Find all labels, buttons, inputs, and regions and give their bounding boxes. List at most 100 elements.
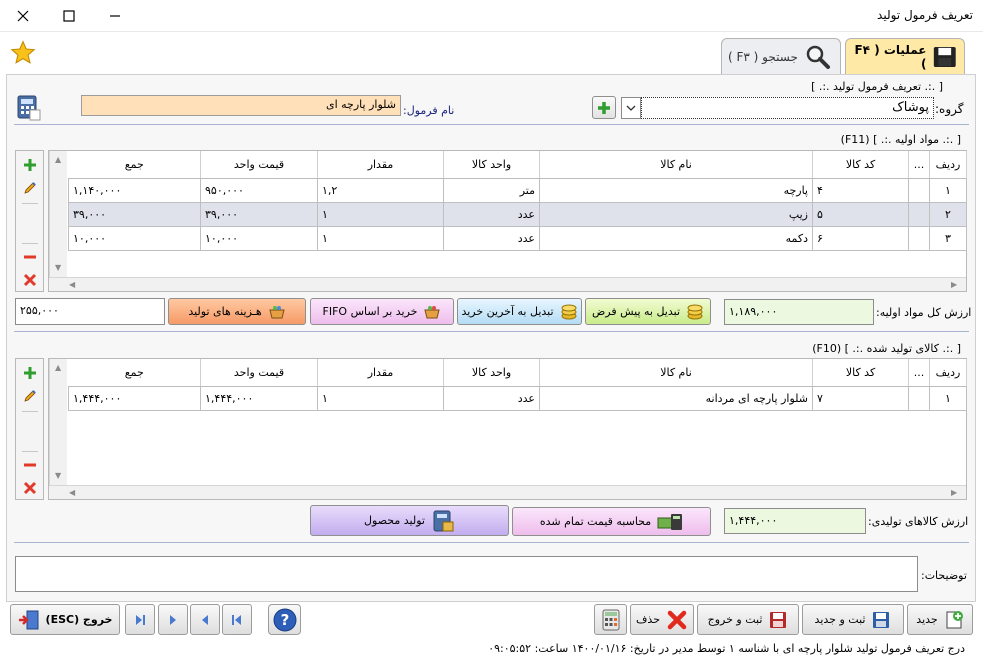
delete-row-button[interactable]: [19, 270, 41, 290]
minimize-button[interactable]: [92, 0, 138, 32]
scroll-down-arrow-icon[interactable]: ▼: [55, 263, 61, 272]
cell-price[interactable]: ۳۹,۰۰۰: [200, 201, 318, 227]
calculator-icon[interactable]: [16, 94, 42, 122]
cell-row[interactable]: ۱: [929, 177, 967, 203]
col-header[interactable]: مقدار: [317, 359, 444, 387]
cell-row[interactable]: ۳: [929, 225, 967, 251]
last-purchase-price-button[interactable]: تبدیل به آخرین خرید: [457, 298, 582, 325]
col-header[interactable]: جمع: [68, 359, 201, 387]
first-record-button[interactable]: [222, 604, 252, 635]
products-grid-horizontal-scrollbar[interactable]: ◀ ▶: [49, 485, 966, 499]
previous-record-button[interactable]: [190, 604, 220, 635]
scroll-up-arrow-icon[interactable]: ▲: [55, 155, 61, 164]
col-header[interactable]: واحد کالا: [443, 359, 540, 387]
add-row-button[interactable]: [19, 363, 41, 383]
col-header[interactable]: قیمت واحد: [200, 151, 318, 179]
next-record-button[interactable]: [158, 604, 188, 635]
fifo-purchase-button[interactable]: خرید بر اساس FIFO: [310, 298, 454, 325]
new-button[interactable]: جدید: [907, 604, 973, 635]
produce-product-button[interactable]: تولید محصول: [310, 505, 509, 536]
last-record-button[interactable]: [125, 604, 155, 635]
table-row[interactable]: ۱ ۷ شلوار پارچه ای مردانه عدد ۱ ۱,۴۴۴,۰۰…: [68, 385, 967, 411]
raw-grid-vertical-scrollbar[interactable]: ▲ ▼: [49, 151, 67, 277]
scroll-down-arrow-icon[interactable]: ▼: [55, 471, 61, 480]
cell-selector[interactable]: [908, 177, 930, 203]
cell-qty[interactable]: ۱: [317, 225, 444, 251]
group-field[interactable]: پوشاک: [641, 97, 934, 119]
cell-qty[interactable]: ۱,۲: [317, 177, 444, 203]
tab-operations[interactable]: عملیات ( F۴ ): [845, 38, 965, 74]
cell-total[interactable]: ۳۹,۰۰۰: [68, 201, 201, 227]
delete-button[interactable]: حذف: [630, 604, 694, 635]
cell-price[interactable]: ۹۵۰,۰۰۰: [200, 177, 318, 203]
cell-code[interactable]: ۵: [812, 201, 909, 227]
production-costs-button[interactable]: هـزینه های تولید: [168, 298, 306, 325]
table-row[interactable]: ۳ ۶ دکمه عدد ۱ ۱۰,۰۰۰ ۱۰,۰۰۰: [68, 225, 967, 251]
table-row[interactable]: ۱ ۴ پارچه متر ۱,۲ ۹۵۰,۰۰۰ ۱,۱۴۰,۰۰۰: [68, 177, 967, 203]
group-dropdown-button[interactable]: [621, 97, 641, 119]
cell-unit[interactable]: عدد: [443, 385, 540, 411]
edit-row-button[interactable]: [19, 178, 41, 198]
cell-qty[interactable]: ۱: [317, 201, 444, 227]
cell-total[interactable]: ۱۰,۰۰۰: [68, 225, 201, 251]
help-button[interactable]: ?: [268, 604, 301, 635]
col-header[interactable]: کد کالا: [812, 151, 909, 179]
col-header[interactable]: جمع: [68, 151, 201, 179]
cell-code[interactable]: ۷: [812, 385, 909, 411]
calculate-final-price-button[interactable]: محاسبه قیمت تمام شده: [512, 507, 711, 536]
col-header[interactable]: ردیف: [929, 359, 967, 387]
delete-row-button[interactable]: [19, 478, 41, 498]
formula-name-input[interactable]: شلوار پارچه ای: [81, 95, 401, 116]
col-header[interactable]: مقدار: [317, 151, 444, 179]
favorite-star-icon[interactable]: [10, 40, 36, 66]
cell-row[interactable]: ۱: [929, 385, 967, 411]
add-row-button[interactable]: [19, 155, 41, 175]
maximize-button[interactable]: [46, 0, 92, 32]
exit-button[interactable]: خروج (ESC): [10, 604, 120, 635]
cell-total[interactable]: ۱,۱۴۰,۰۰۰: [68, 177, 201, 203]
scroll-up-arrow-icon[interactable]: ▲: [55, 363, 61, 372]
cell-price[interactable]: ۱۰,۰۰۰: [200, 225, 318, 251]
cell-price[interactable]: ۱,۴۴۴,۰۰۰: [200, 385, 318, 411]
close-button[interactable]: [0, 0, 46, 32]
cell-selector[interactable]: [908, 201, 930, 227]
scroll-right-arrow-icon[interactable]: ▶: [951, 488, 957, 497]
col-header[interactable]: واحد کالا: [443, 151, 540, 179]
products-grid-vertical-scrollbar[interactable]: ▲ ▼: [49, 359, 67, 485]
cell-name[interactable]: زیپ: [539, 201, 813, 227]
table-row[interactable]: ۲ ۵ زیپ عدد ۱ ۳۹,۰۰۰ ۳۹,۰۰۰: [68, 201, 967, 227]
col-header[interactable]: ...: [908, 359, 930, 387]
scroll-right-arrow-icon[interactable]: ▶: [951, 280, 957, 289]
notes-input[interactable]: [15, 556, 918, 592]
add-group-button[interactable]: [592, 96, 616, 119]
col-header[interactable]: نام کالا: [539, 359, 813, 387]
remove-row-button[interactable]: [19, 247, 41, 267]
cell-selector[interactable]: [908, 385, 930, 411]
cell-name[interactable]: دکمه: [539, 225, 813, 251]
cell-name[interactable]: شلوار پارچه ای مردانه: [539, 385, 813, 411]
col-header[interactable]: ردیف: [929, 151, 967, 179]
col-header[interactable]: ...: [908, 151, 930, 179]
col-header[interactable]: قیمت واحد: [200, 359, 318, 387]
cell-row[interactable]: ۲: [929, 201, 967, 227]
cell-unit[interactable]: عدد: [443, 225, 540, 251]
scroll-left-arrow-icon[interactable]: ◀: [69, 488, 75, 497]
cell-unit[interactable]: متر: [443, 177, 540, 203]
cell-qty[interactable]: ۱: [317, 385, 444, 411]
edit-row-button[interactable]: [19, 386, 41, 406]
calculator-button[interactable]: [594, 604, 627, 635]
cell-total[interactable]: ۱,۴۴۴,۰۰۰: [68, 385, 201, 411]
cell-code[interactable]: ۴: [812, 177, 909, 203]
col-header[interactable]: نام کالا: [539, 151, 813, 179]
raw-grid-horizontal-scrollbar[interactable]: ◀ ▶: [49, 277, 966, 291]
cell-name[interactable]: پارچه: [539, 177, 813, 203]
cell-unit[interactable]: عدد: [443, 201, 540, 227]
save-and-new-button[interactable]: ثبت و جدید: [802, 604, 904, 635]
tab-search[interactable]: جستجو ( F۳ ): [721, 38, 841, 74]
col-header[interactable]: کد کالا: [812, 359, 909, 387]
remove-row-button[interactable]: [19, 455, 41, 475]
cell-selector[interactable]: [908, 225, 930, 251]
set-default-price-button[interactable]: تبدیل به پیش فرض: [585, 298, 711, 325]
scroll-left-arrow-icon[interactable]: ◀: [69, 280, 75, 289]
cell-code[interactable]: ۶: [812, 225, 909, 251]
